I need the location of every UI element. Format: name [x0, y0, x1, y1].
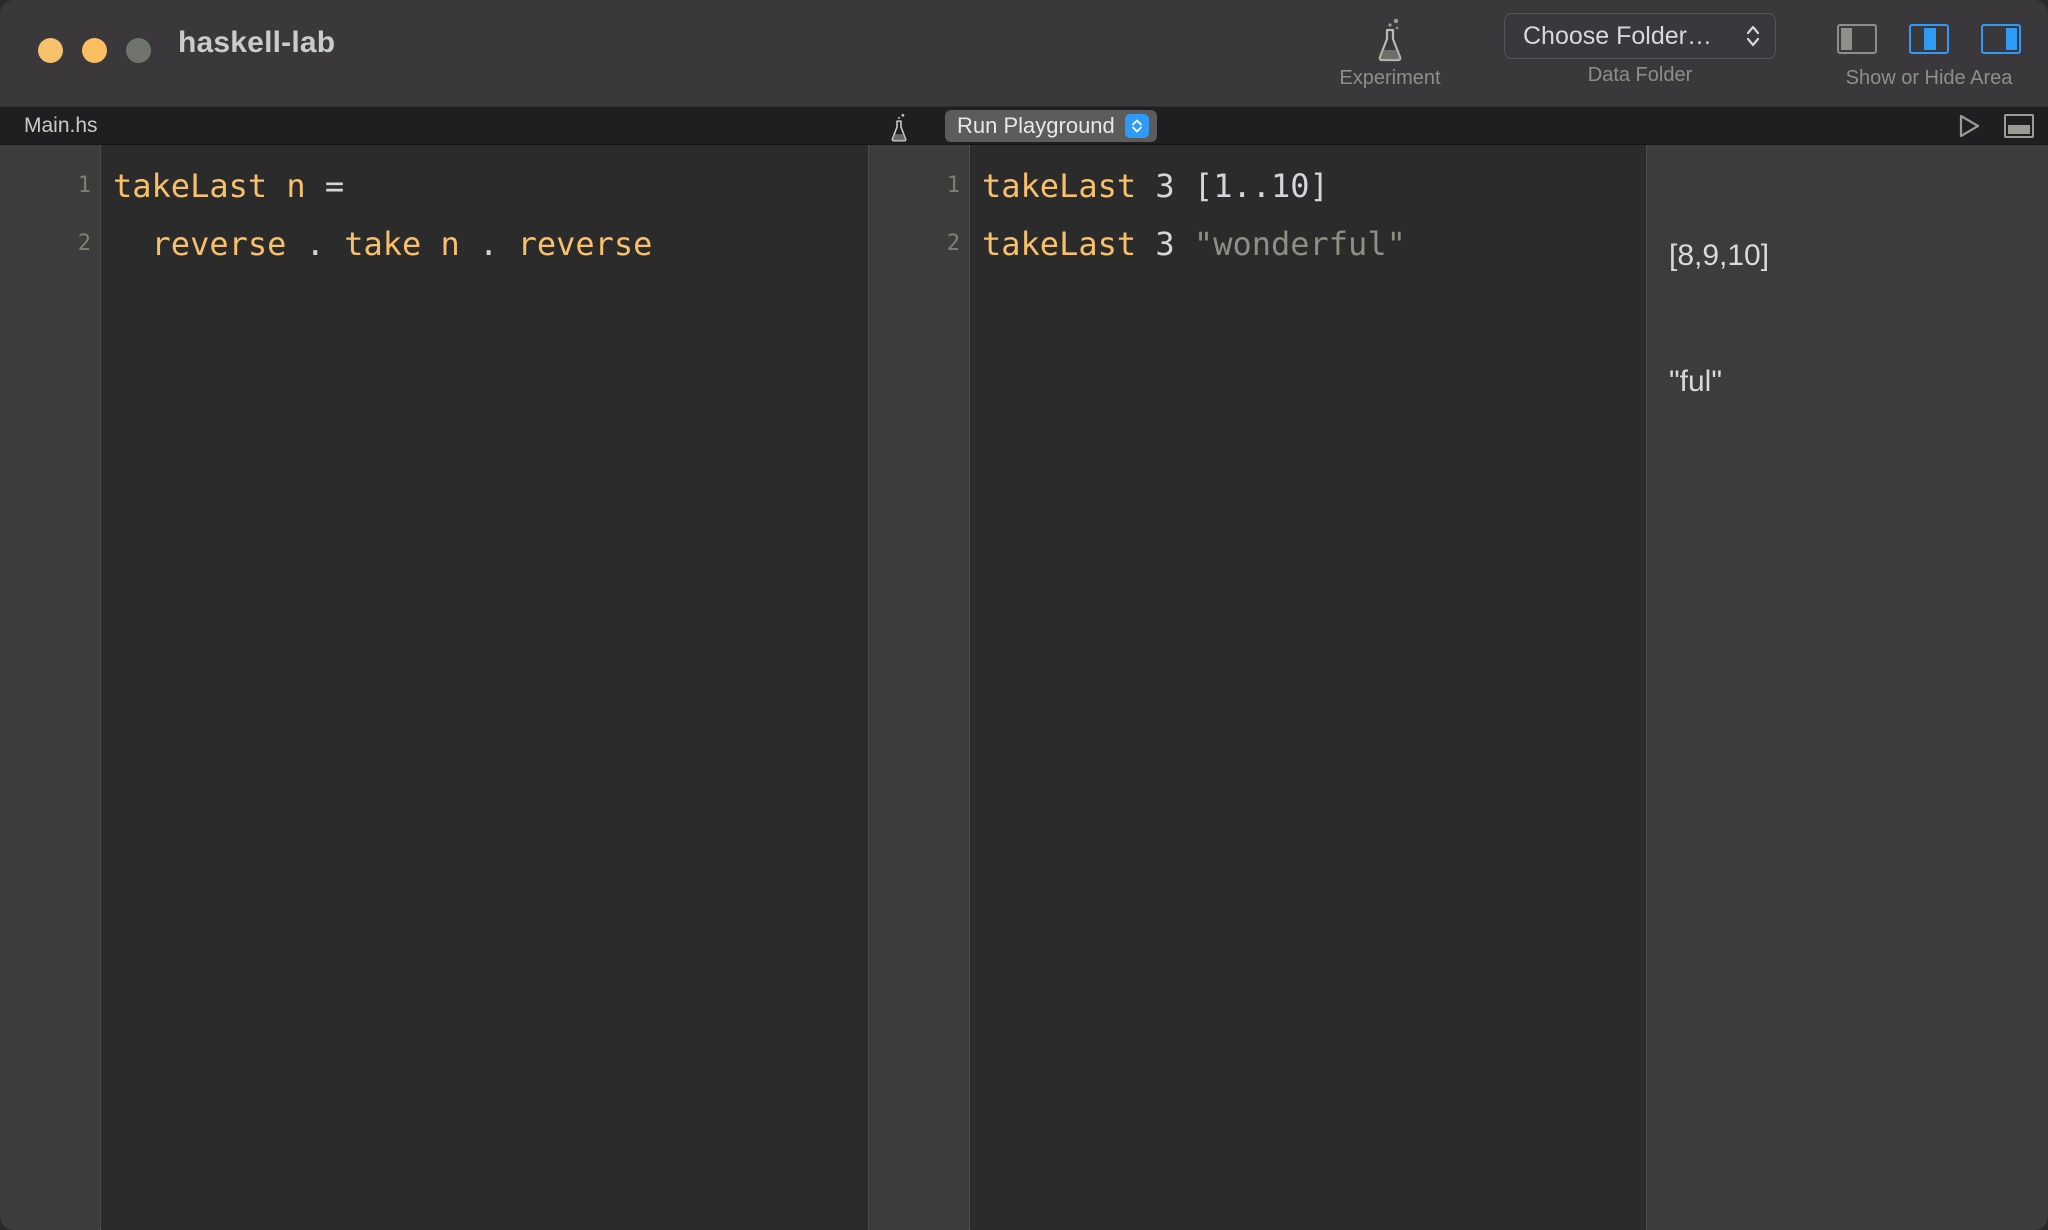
code-token: takeLast: [982, 225, 1137, 263]
experiment-label: Experiment: [1339, 67, 1441, 89]
close-window-button[interactable]: [38, 38, 63, 63]
code-line: takeLast n =: [113, 157, 868, 215]
data-folder-toolbar-item: Choose Folder… Data Folder: [1500, 13, 1780, 87]
result-line: "ful": [1669, 365, 1722, 398]
playground-code-area[interactable]: takeLast 3 [1..10] takeLast 3 "wonderful": [970, 145, 1646, 1230]
line-number: 2: [946, 231, 960, 256]
tab-bar-actions: [1956, 110, 2034, 142]
code-token: "wonderful": [1193, 225, 1406, 263]
toggle-left-panel-icon[interactable]: [1837, 24, 1877, 54]
line-number: 2: [77, 231, 91, 256]
code-token: 3: [1155, 167, 1175, 205]
window-title: haskell-lab: [178, 26, 336, 59]
zoom-window-button[interactable]: [126, 38, 151, 63]
code-token: reverse: [517, 225, 653, 263]
app-window: haskell-lab Experiment Choose Folder… Da…: [0, 0, 2048, 1230]
code-token: 3: [1155, 225, 1175, 263]
toggle-right-panel-icon[interactable]: [1981, 24, 2021, 54]
panes-container: 1 2 takeLast n = reverse . take n . reve…: [0, 145, 2048, 1230]
code-token: =: [324, 167, 345, 205]
code-token: .: [479, 225, 499, 263]
line-number: 1: [946, 173, 960, 198]
editor-code-area[interactable]: takeLast n = reverse . take n . reverse: [101, 145, 868, 1230]
playground-flask-icon: [886, 112, 912, 142]
playground-code-lines: takeLast 3 [1..10] takeLast 3 "wonderful": [970, 145, 1646, 273]
line-number: 1: [77, 173, 91, 198]
playground-line-numbers: 1 2: [870, 145, 960, 273]
playground-pane: 1 2 takeLast 3 [1..10] takeLast 3 "wonder…: [869, 145, 1646, 1230]
console-panel-icon[interactable]: [2004, 114, 2034, 138]
code-token: takeLast n: [113, 167, 306, 205]
playground-gutter: 1 2: [869, 145, 970, 1230]
code-line: takeLast 3 [1..10]: [982, 157, 1646, 215]
editor-line-numbers: 1 2: [1, 145, 91, 273]
flask-icon: [1372, 16, 1408, 62]
tab-main-hs-label: Main.hs: [24, 114, 98, 137]
editor-code-lines: takeLast n = reverse . take n . reverse: [101, 145, 868, 273]
code-token: takeLast: [982, 167, 1137, 205]
results-lines: [8,9,10] "ful": [1647, 145, 2048, 479]
data-folder-selected-value: Choose Folder…: [1523, 21, 1712, 50]
code-token: .: [305, 225, 325, 263]
title-bar: haskell-lab Experiment Choose Folder… Da…: [0, 0, 2048, 107]
data-folder-label: Data Folder: [1587, 64, 1693, 86]
run-icon[interactable]: [1956, 113, 1982, 139]
results-area: [8,9,10] "ful": [1647, 145, 2048, 1230]
code-line: takeLast 3 "wonderful": [982, 215, 1646, 273]
tab-main-hs[interactable]: Main.hs: [8, 107, 114, 145]
editor-pane: 1 2 takeLast n = reverse . take n . reve…: [0, 145, 868, 1230]
show-hide-area-toolbar-item: Show or Hide Area: [1810, 16, 2048, 90]
run-playground-label: Run Playground: [957, 113, 1115, 138]
code-token: take n: [344, 225, 460, 263]
result-line: [8,9,10]: [1669, 239, 1770, 272]
results-pane: [8,9,10] "ful": [1647, 145, 2048, 1230]
editor-gutter: 1 2: [0, 145, 101, 1230]
data-folder-select[interactable]: Choose Folder…: [1504, 13, 1776, 59]
toggle-center-panel-icon[interactable]: [1909, 24, 1949, 54]
traffic-light-group: [38, 38, 151, 63]
code-token: reverse: [151, 225, 287, 263]
tab-bar: Main.hs Run Playground: [0, 107, 2048, 145]
chevron-updown-icon: [1745, 22, 1761, 50]
panel-toggle-group: [1837, 16, 2021, 62]
show-hide-area-label: Show or Hide Area: [1845, 67, 2013, 89]
experiment-toolbar-item[interactable]: Experiment: [1330, 16, 1450, 90]
run-playground-button[interactable]: Run Playground: [945, 110, 1157, 142]
minimize-window-button[interactable]: [82, 38, 107, 63]
code-token: [1..10]: [1193, 167, 1329, 205]
run-playground-stepper-icon[interactable]: [1124, 114, 1149, 138]
code-line: reverse . take n . reverse: [113, 215, 868, 273]
